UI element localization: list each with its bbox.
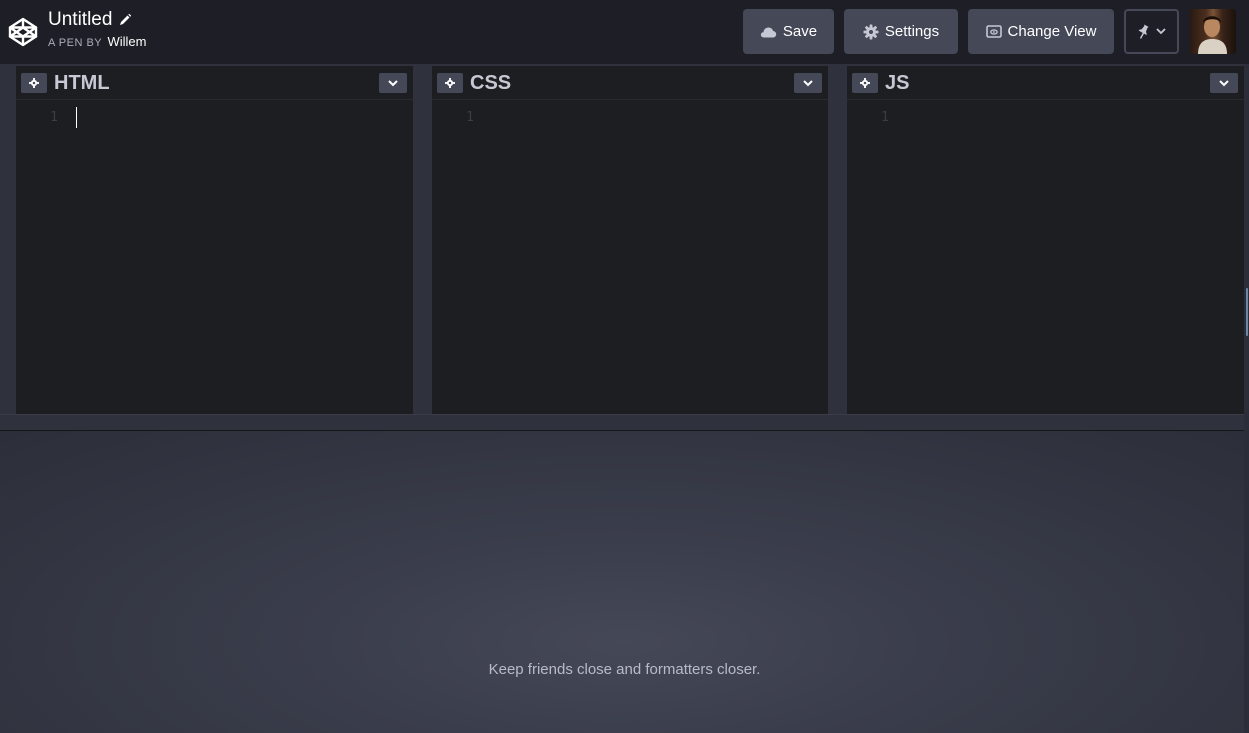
save-button[interactable]: Save (743, 9, 834, 54)
window-scroll-edge[interactable] (1244, 64, 1249, 733)
gear-icon (863, 24, 879, 39)
html-editor-header: HTML (16, 66, 413, 100)
pin-menu-button[interactable] (1124, 9, 1179, 54)
author-link[interactable]: Willem (108, 34, 147, 49)
pin-icon (1138, 24, 1149, 39)
css-dropdown-button[interactable] (794, 73, 822, 93)
save-label: Save (782, 23, 818, 40)
change-view-label: Change View (1007, 23, 1097, 40)
codepen-editor: Untitled A PEN BY Willem Save Settings C… (0, 0, 1249, 733)
js-editor-header: JS (847, 66, 1244, 100)
codepen-logo-icon[interactable] (7, 16, 39, 48)
chevron-down-icon (1219, 79, 1229, 86)
preview-pane[interactable]: Keep friends close and formatters closer… (0, 431, 1249, 733)
change-view-button[interactable]: Change View (968, 9, 1114, 54)
editors-panel: HTML 1 CSS 1 JS 1 (0, 64, 1249, 414)
gear-icon (860, 78, 870, 88)
chevron-down-icon (1156, 28, 1166, 35)
js-settings-button[interactable] (852, 73, 878, 93)
css-editor[interactable]: CSS 1 (432, 66, 828, 414)
html-editor[interactable]: HTML 1 (16, 66, 413, 414)
pen-title[interactable]: Untitled (48, 9, 112, 31)
js-editor-title: JS (885, 72, 910, 94)
layout-view-icon (985, 25, 1002, 38)
byline: A PEN BY Willem (48, 34, 147, 49)
css-settings-button[interactable] (437, 73, 463, 93)
text-cursor (76, 107, 77, 128)
html-settings-button[interactable] (21, 73, 47, 93)
css-editor-header: CSS (432, 66, 828, 100)
cloud-icon (760, 27, 777, 37)
line-number: 1 (466, 110, 474, 125)
js-editor[interactable]: JS 1 (847, 66, 1244, 414)
html-editor-title: HTML (54, 72, 110, 94)
pen-title-block: Untitled A PEN BY Willem (48, 9, 147, 49)
settings-label: Settings (884, 23, 940, 40)
pencil-edit-icon[interactable] (118, 13, 132, 27)
byline-prefix: A PEN BY (48, 37, 102, 49)
gear-icon (29, 78, 39, 88)
settings-button[interactable]: Settings (844, 9, 958, 54)
panel-resize-handle[interactable] (0, 414, 1249, 431)
js-dropdown-button[interactable] (1210, 73, 1238, 93)
preview-tip: Keep friends close and formatters closer… (488, 661, 761, 678)
chevron-down-icon (803, 79, 813, 86)
chevron-down-icon (388, 79, 398, 86)
line-number: 1 (50, 110, 58, 125)
avatar-portrait (1198, 16, 1227, 54)
header: Untitled A PEN BY Willem Save Settings C… (0, 0, 1249, 64)
line-number: 1 (881, 110, 889, 125)
html-dropdown-button[interactable] (379, 73, 407, 93)
css-editor-title: CSS (470, 72, 512, 94)
gear-icon (445, 78, 455, 88)
user-avatar[interactable] (1190, 9, 1236, 54)
